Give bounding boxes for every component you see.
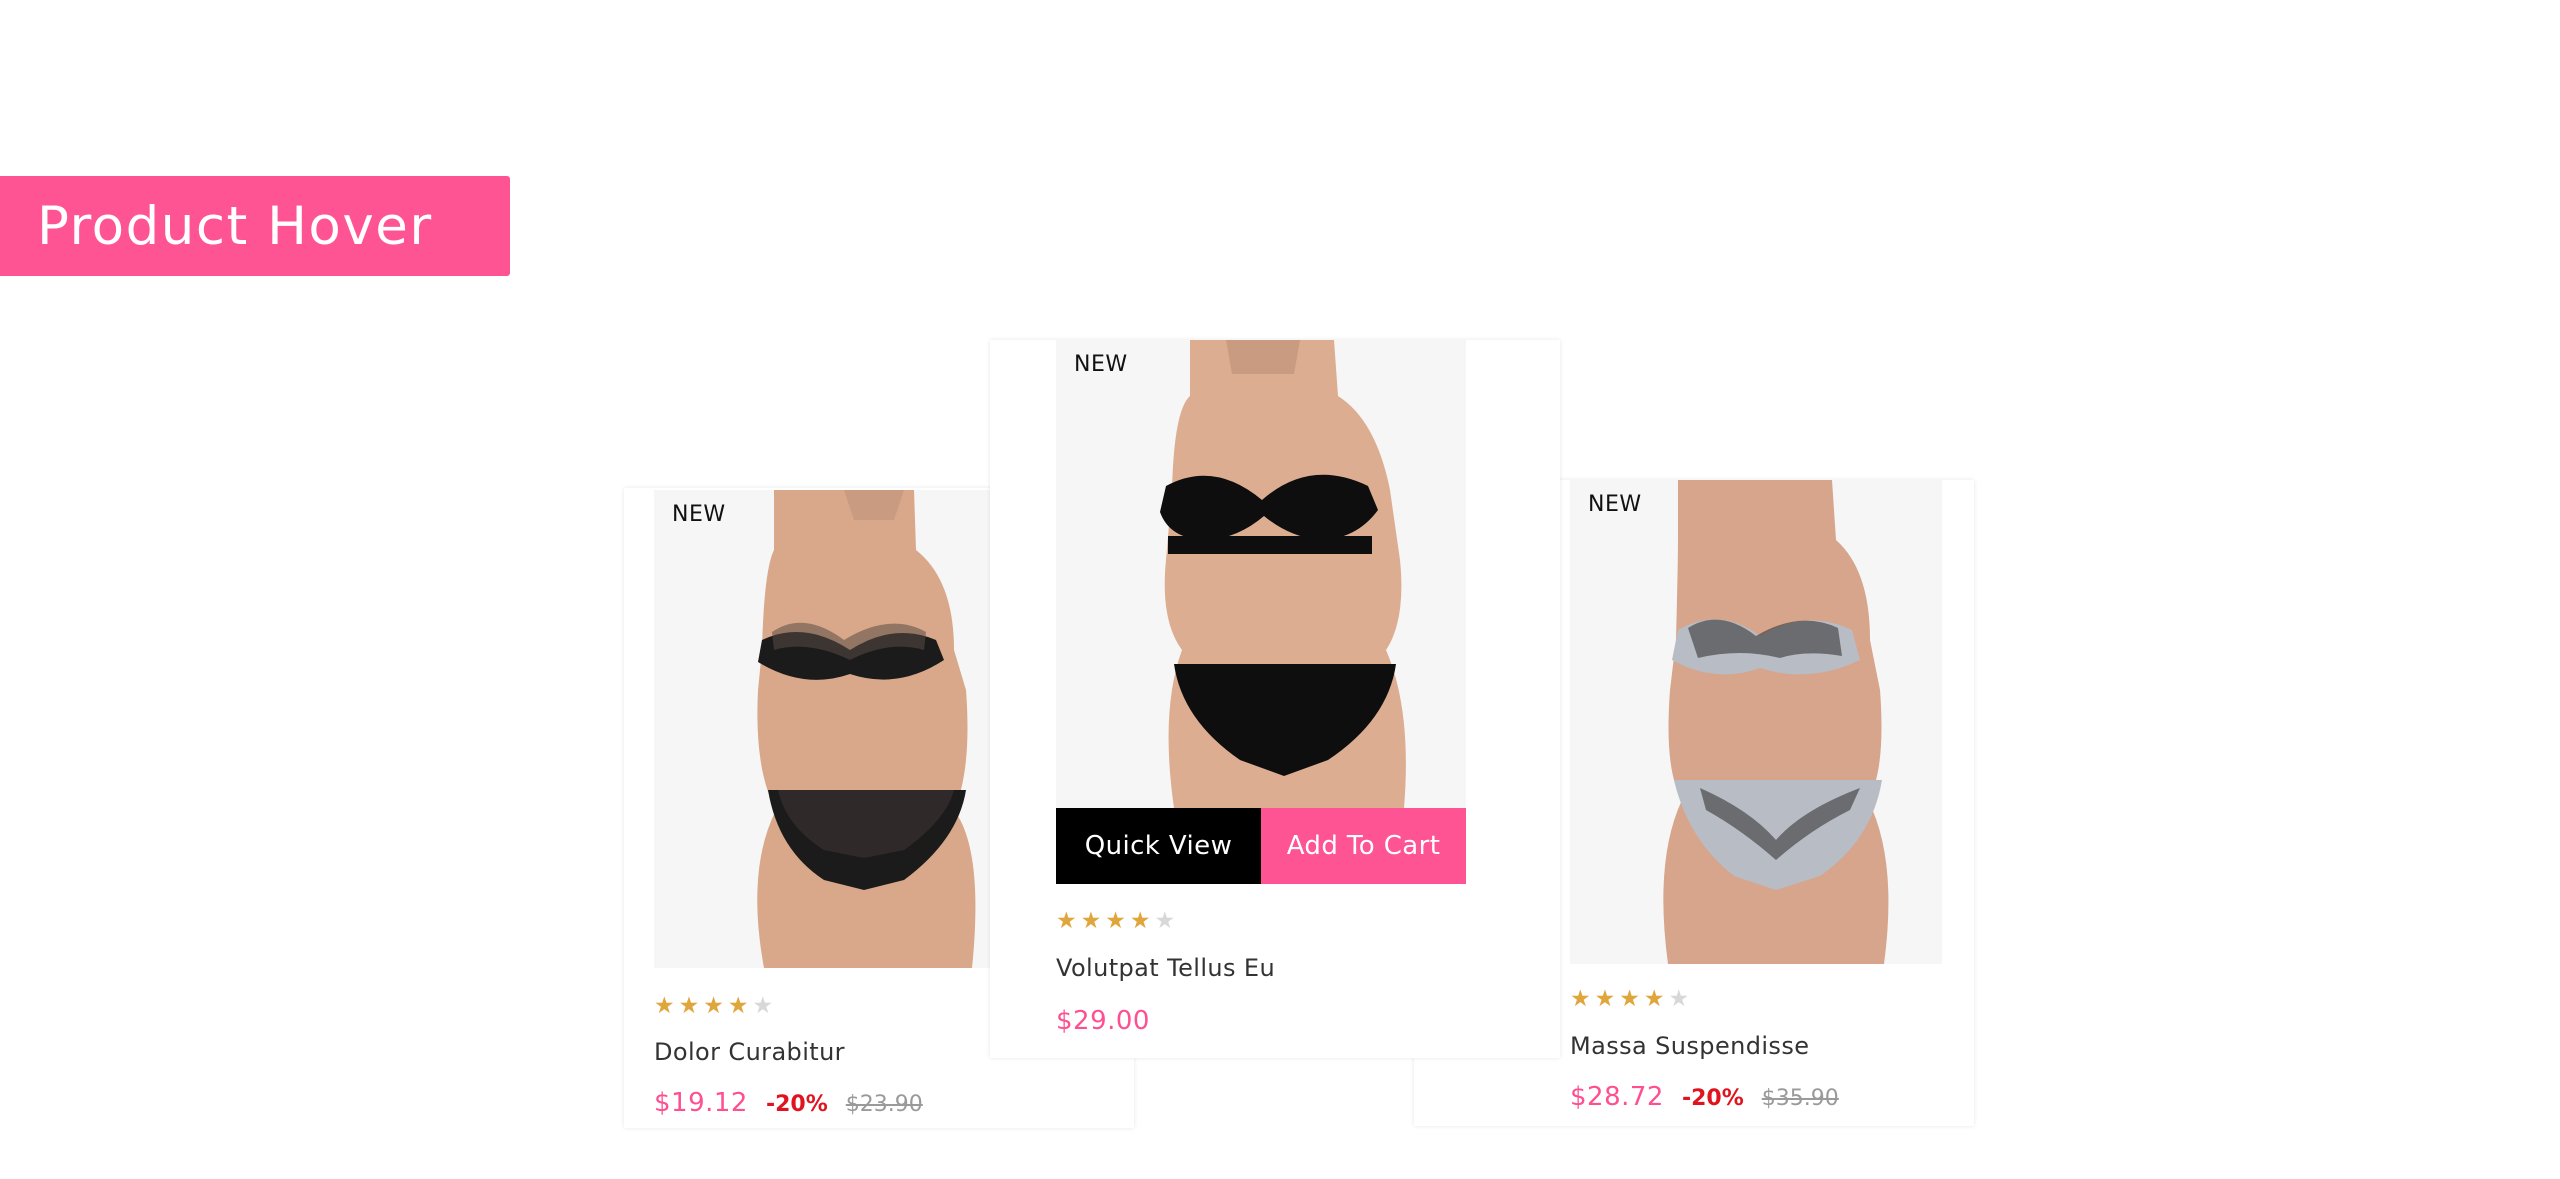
price: $28.72	[1570, 1082, 1664, 1112]
price: $19.12	[654, 1088, 748, 1118]
hover-action-bar: Quick View Add To Cart	[1056, 808, 1466, 884]
section-title: Product Hover	[0, 176, 510, 276]
star-empty-icon: ★	[1668, 986, 1690, 1012]
star-empty-icon: ★	[1154, 908, 1176, 934]
star-icon: ★	[1594, 986, 1616, 1012]
product-image[interactable]: NEW	[1056, 340, 1466, 808]
product-name[interactable]: Massa Suspendisse	[1570, 1032, 1809, 1060]
star-icon: ★	[654, 993, 675, 1019]
new-badge: NEW	[672, 502, 726, 527]
product-name[interactable]: Dolor Curabitur	[654, 1038, 845, 1066]
star-icon: ★	[1056, 908, 1077, 934]
star-icon: ★	[1129, 908, 1151, 934]
star-icon: ★	[1619, 986, 1640, 1012]
product-name[interactable]: Volutpat Tellus Eu	[1056, 954, 1275, 982]
price-row: $29.00	[1056, 1006, 1150, 1036]
add-to-cart-button[interactable]: Add To Cart	[1261, 808, 1466, 884]
new-badge: NEW	[1588, 492, 1642, 517]
star-icon: ★	[1643, 986, 1665, 1012]
star-rating: ★ ★ ★ ★ ★	[1056, 910, 1175, 933]
star-icon: ★	[703, 993, 724, 1019]
star-icon: ★	[1105, 908, 1126, 934]
quick-view-button[interactable]: Quick View	[1056, 808, 1261, 884]
star-rating: ★ ★ ★ ★ ★	[654, 995, 773, 1018]
discount-badge: -20%	[1681, 1086, 1744, 1111]
product-image[interactable]: NEW	[654, 490, 1034, 968]
star-empty-icon: ★	[752, 993, 774, 1019]
new-badge: NEW	[1074, 352, 1128, 377]
discount-badge: -20%	[765, 1092, 828, 1117]
product-image[interactable]: NEW	[1570, 480, 1942, 964]
old-price: $35.90	[1761, 1086, 1839, 1111]
price: $29.00	[1056, 1006, 1150, 1036]
product-photo-grey-floral	[1663, 480, 1889, 964]
product-photo-black-plunge	[1160, 340, 1406, 808]
product-photo-black-lace	[757, 490, 976, 968]
star-icon: ★	[1080, 908, 1102, 934]
star-rating: ★ ★ ★ ★ ★	[1570, 988, 1689, 1011]
star-icon: ★	[678, 993, 700, 1019]
price-row: $19.12 -20% $23.90	[654, 1088, 923, 1118]
star-icon: ★	[727, 993, 749, 1019]
old-price: $23.90	[845, 1092, 923, 1117]
price-row: $28.72 -20% $35.90	[1570, 1082, 1839, 1112]
star-icon: ★	[1570, 986, 1591, 1012]
product-card-2-hovered[interactable]: NEW Quick View Add To Cart ★ ★ ★ ★ ★ Vol…	[990, 340, 1560, 1058]
